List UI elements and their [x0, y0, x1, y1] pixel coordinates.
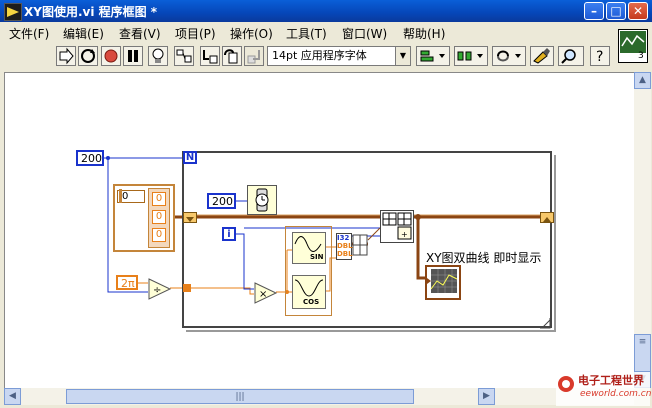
sine-wave-icon [294, 236, 322, 252]
wait-ms-constant[interactable]: 200 [207, 193, 236, 209]
watch-icon [255, 188, 269, 212]
svg-text:×: × [259, 289, 267, 300]
loop-input-tunnel[interactable] [183, 284, 191, 292]
scroll-right-icon[interactable]: ▶ [478, 388, 495, 405]
array-element[interactable]: 0 [152, 228, 166, 242]
loop-resize-handle[interactable] [540, 318, 554, 330]
graph-label: XY图双曲线 即时显示 [426, 251, 542, 265]
wait-ms-function[interactable] [247, 185, 277, 215]
bundle-input-dbl-2: DBL [337, 250, 353, 258]
array-grid-icon: + [382, 212, 412, 240]
svg-text:÷: ÷ [153, 285, 161, 296]
bundle-function[interactable]: I32 DBL DBL [336, 233, 353, 260]
divide-function-icon[interactable]: ÷ [148, 278, 172, 300]
count-constant[interactable]: 200 [76, 150, 104, 166]
build-array-icon[interactable] [352, 234, 370, 256]
sine-function[interactable]: SIN [292, 232, 326, 264]
insert-into-array-function[interactable]: + [380, 210, 414, 243]
bundle-input-dbl-1: DBL [337, 242, 353, 250]
vertical-scroll-thumb[interactable]: ≡ [634, 334, 651, 372]
horizontal-scroll-thumb[interactable]: ||| [66, 389, 414, 404]
two-pi-constant[interactable]: 2π [116, 275, 138, 290]
sine-label: SIN [310, 253, 324, 261]
multiply-function-icon[interactable]: × [254, 282, 278, 304]
horizontal-scrollbar[interactable]: ◀ ||| ▶ [4, 388, 634, 405]
shift-register-right[interactable] [540, 212, 554, 223]
cosine-function[interactable]: COS [292, 275, 326, 309]
scroll-left-icon[interactable]: ◀ [4, 388, 21, 405]
index-spinner-icon[interactable] [119, 189, 122, 203]
cosine-wave-icon [294, 279, 324, 297]
xy-graph-terminal[interactable] [425, 265, 461, 300]
loop-count-terminal[interactable]: N [183, 151, 197, 164]
cosine-label: COS [303, 298, 320, 306]
loop-iteration-terminal[interactable]: i [222, 227, 236, 241]
watermark-en: eeworld.com.cn [580, 389, 652, 399]
scroll-up-icon[interactable]: ▲ [634, 72, 651, 89]
watermark-logo [558, 376, 574, 392]
svg-text:+: + [401, 230, 408, 239]
watermark: 电子工程世界 eeworld.com.cn [556, 372, 652, 406]
shift-register-left[interactable] [183, 212, 197, 223]
xy-graph-icon [427, 269, 458, 293]
vertical-scrollbar[interactable]: ▲ ≡ ▼ [634, 72, 651, 388]
bundle-input-i32: I32 [337, 234, 350, 242]
array-element[interactable]: 0 [152, 210, 166, 224]
array-element[interactable]: 0 [152, 192, 166, 206]
watermark-cn: 电子工程世界 [578, 374, 644, 387]
